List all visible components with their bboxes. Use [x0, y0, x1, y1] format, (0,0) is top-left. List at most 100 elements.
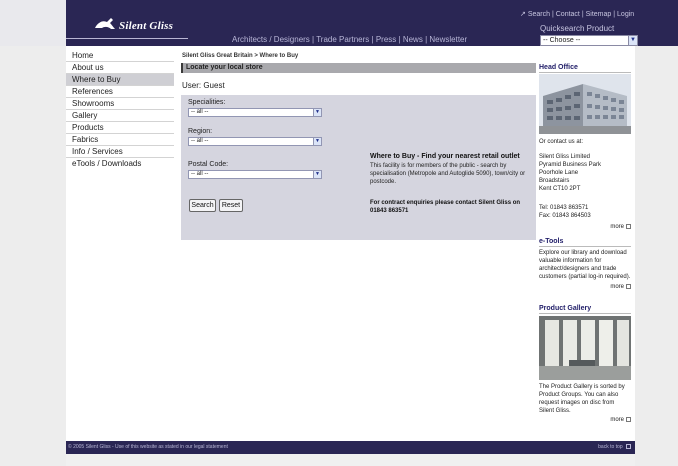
- main-nav-architects[interactable]: Architects / Designers: [232, 35, 310, 44]
- logo-text: Silent Gliss: [119, 20, 174, 32]
- main-nav-separator: |: [312, 35, 315, 44]
- head-office-box: Head Office Or contact us at: Silent Gli…: [539, 63, 631, 230]
- quicksearch-label: Quicksearch Product: [540, 24, 615, 33]
- sidebar-item-about-us[interactable]: About us: [66, 62, 174, 74]
- head-office-photo: [539, 74, 631, 134]
- utility-separator: |: [551, 11, 554, 18]
- content-area: Home About us Where to Buy References Sh…: [66, 46, 635, 441]
- region-value: -- all --: [191, 138, 209, 144]
- back-to-top-link[interactable]: back to top: [598, 444, 631, 450]
- head-office-fax: Fax: 01843 864503: [539, 213, 591, 219]
- user-status: User: Guest: [182, 81, 225, 90]
- left-margin: [0, 46, 66, 466]
- store-locator-panel: Specialities: -- all -- ▼ Region: -- all…: [181, 95, 536, 240]
- postal-code-label: Postal Code:: [188, 161, 229, 168]
- more-label: more: [610, 417, 624, 424]
- sidebar-item-home[interactable]: Home: [66, 50, 174, 62]
- info-title: Where to Buy - Find your nearest retail …: [370, 153, 520, 160]
- gallery-image: [539, 316, 631, 380]
- gallery-more-link[interactable]: more: [539, 417, 631, 423]
- reset-button[interactable]: Reset: [219, 199, 243, 212]
- back-to-top-label: back to top: [598, 444, 623, 450]
- info-body: This facility is for members of the publ…: [370, 163, 526, 185]
- quicksearch-select[interactable]: -- Choose -- ▼: [540, 35, 638, 46]
- sidebar-item-showrooms[interactable]: Showrooms: [66, 98, 174, 110]
- head-office-title[interactable]: Head Office: [539, 63, 631, 73]
- chevron-down-icon[interactable]: ▼: [313, 138, 321, 145]
- sidebar-item-gallery[interactable]: Gallery: [66, 110, 174, 122]
- address-line: Silent Gliss Limited: [539, 154, 591, 160]
- etools-box: e-Tools Explore our library and download…: [539, 237, 631, 290]
- search-arrow-icon: ↗: [520, 11, 526, 18]
- page: Silent Gliss ↗ Search | Contact | Sitema…: [0, 0, 678, 466]
- chevron-down-icon[interactable]: ▼: [628, 36, 637, 45]
- quicksearch-selected: -- Choose --: [543, 37, 581, 44]
- more-arrow-icon: [626, 224, 631, 229]
- etools-more-link[interactable]: more: [539, 284, 631, 290]
- specialities-label: Specialities:: [188, 99, 226, 106]
- chevron-down-icon[interactable]: ▼: [313, 109, 321, 116]
- utility-separator: |: [581, 11, 584, 18]
- main-nav-press[interactable]: Press: [376, 35, 396, 44]
- more-arrow-icon: [626, 284, 631, 289]
- utility-link-search[interactable]: Search: [528, 11, 550, 18]
- region-label: Region:: [188, 128, 213, 135]
- logo-underline: [66, 38, 188, 39]
- gallery-title[interactable]: Product Gallery: [539, 304, 631, 314]
- region-select[interactable]: -- all -- ▼: [188, 137, 322, 146]
- sidebar-item-where-to-buy[interactable]: Where to Buy: [66, 74, 174, 86]
- address-line: Kent CT10 2PT: [539, 186, 581, 192]
- sidebar-item-info-services[interactable]: Info / Services: [66, 146, 174, 158]
- site-header: Silent Gliss ↗ Search | Contact | Sitema…: [0, 0, 678, 46]
- postal-code-select[interactable]: -- all -- ▼: [188, 170, 322, 179]
- address-line: Broadstairs: [539, 178, 570, 184]
- address-line: Poorhole Lane: [539, 170, 579, 176]
- sidebar-item-etools-downloads[interactable]: eTools / Downloads: [66, 158, 174, 170]
- main-nav-news[interactable]: News: [403, 35, 423, 44]
- gallery-box: Product Gallery The Product Gallery is s…: [539, 304, 631, 423]
- utility-link-contact[interactable]: Contact: [556, 11, 580, 18]
- right-margin: [635, 46, 678, 466]
- silent-gliss-logo[interactable]: Silent Gliss: [93, 14, 189, 36]
- head-office-tel: Tel: 01843 863571: [539, 205, 589, 211]
- gallery-photo[interactable]: [539, 316, 631, 382]
- main-nav-trade-partners[interactable]: Trade Partners: [316, 35, 369, 44]
- building-image: [539, 74, 631, 134]
- site-footer: © 2005 Silent Gliss - Use of this websit…: [66, 441, 635, 454]
- specialities-select[interactable]: -- all -- ▼: [188, 108, 322, 117]
- page-title: Locate your local store: [181, 63, 536, 73]
- footer-legal[interactable]: © 2005 Silent Gliss - Use of this websit…: [68, 444, 228, 450]
- main-nav-separator: |: [398, 35, 401, 44]
- gallery-text: The Product Gallery is sorted by Product…: [539, 384, 625, 414]
- utility-link-login[interactable]: Login: [617, 11, 634, 18]
- chevron-down-icon[interactable]: ▼: [313, 171, 321, 178]
- more-label: more: [610, 224, 624, 231]
- sidebar-nav: Home About us Where to Buy References Sh…: [66, 50, 174, 170]
- breadcrumb[interactable]: Silent Gliss Great Britain > Where to Bu…: [182, 53, 298, 59]
- more-label: more: [610, 284, 624, 291]
- main-nav-separator: |: [425, 35, 428, 44]
- address-line: Pyramid Business Park: [539, 162, 602, 168]
- info-contact: For contract enquiries please contact Si…: [370, 200, 521, 214]
- utility-separator: |: [613, 11, 616, 18]
- utility-nav: ↗ Search | Contact | Sitemap | Login: [520, 10, 638, 20]
- main-nav-separator: |: [371, 35, 374, 44]
- back-to-top-icon: [626, 444, 631, 450]
- blinds-image: [539, 316, 631, 380]
- main-nav-newsletter[interactable]: Newsletter: [429, 35, 467, 44]
- etools-text: Explore our library and download valuabl…: [539, 250, 631, 280]
- contact-intro: Or contact us at:: [539, 139, 584, 145]
- utility-link-sitemap[interactable]: Sitemap: [586, 11, 612, 18]
- sidebar-item-fabrics[interactable]: Fabrics: [66, 134, 174, 146]
- more-arrow-icon: [626, 417, 631, 422]
- head-office-more-link[interactable]: more: [539, 224, 631, 230]
- sidebar-item-products[interactable]: Products: [66, 122, 174, 134]
- specialities-value: -- all --: [191, 109, 209, 115]
- head-office-address: Silent Gliss Limited Pyramid Business Pa…: [539, 153, 631, 193]
- header-left-edge: [0, 0, 66, 46]
- postal-code-value: -- all --: [191, 171, 209, 177]
- logo-horse-icon: [95, 18, 115, 29]
- search-button[interactable]: Search: [189, 199, 216, 212]
- etools-title[interactable]: e-Tools: [539, 237, 631, 247]
- sidebar-item-references[interactable]: References: [66, 86, 174, 98]
